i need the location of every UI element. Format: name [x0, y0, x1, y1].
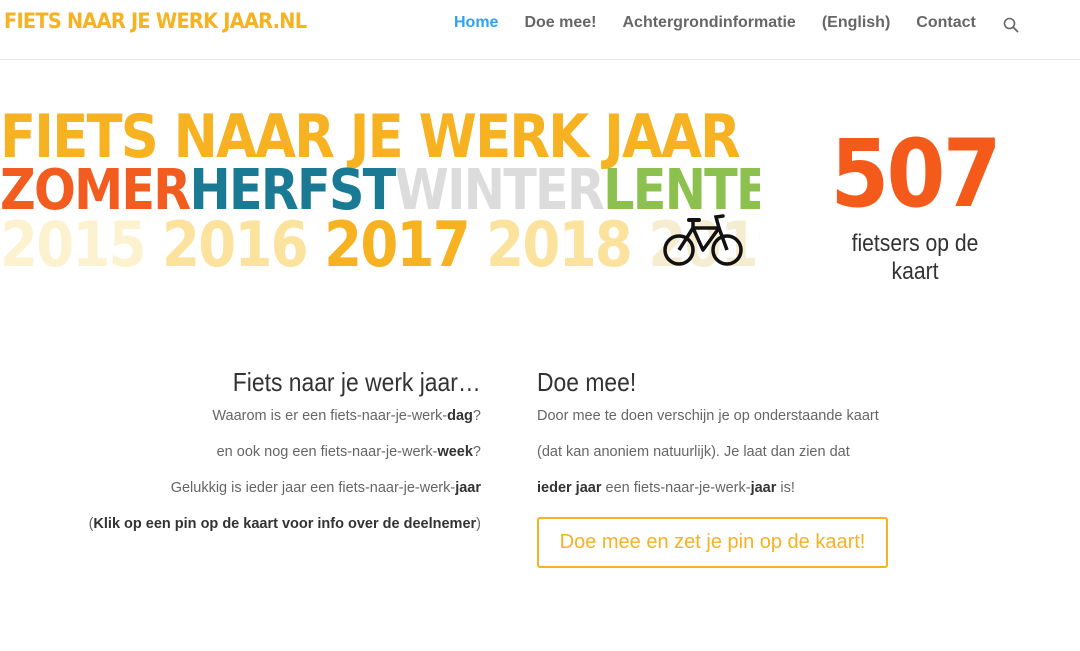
search-icon[interactable] [1003, 17, 1019, 33]
year-2015: 2015 [0, 208, 147, 275]
join-line: ieder jaar een fiets-naar-je-werk-jaar i… [537, 480, 795, 496]
main-nav: Home Doe mee! Achtergrondinformatie (Eng… [454, 14, 1002, 32]
bicycle-icon [663, 214, 743, 266]
join-line: (dat kan anoniem natuurlijk). Je laat da… [537, 444, 850, 460]
year-2017: 2017 [324, 208, 471, 275]
site-logo[interactable]: FIETS NAAR JE WERK JAAR.NL [4, 9, 307, 33]
hero-banner: FIETS NAAR JE WERK JAAR ZOMERHERFSTWINTE… [0, 100, 760, 275]
intro-line: Waarom is er een fiets-naar-je-werk-dag? [212, 408, 481, 424]
nav-doe-mee[interactable]: Doe mee! [524, 14, 596, 32]
year-2018: 2018 [486, 208, 633, 275]
join-cta-button[interactable]: Doe mee en zet je pin op de kaart! [537, 517, 888, 568]
year-2016: 2016 [162, 208, 309, 275]
intro-section: Fiets naar je werk jaar… Waarom is er ee… [60, 366, 481, 542]
counter-label: fietsers op de kaart [851, 230, 979, 285]
site-header: FIETS NAAR JE WERK JAAR.NL Home Doe mee!… [0, 0, 1080, 60]
join-section: Doe mee! Door mee te doen verschijn je o… [537, 366, 1037, 506]
counter-value: 507 [830, 120, 1002, 229]
join-title: Doe mee! [537, 367, 637, 397]
intro-title: Fiets naar je werk jaar… [233, 367, 481, 397]
nav-english[interactable]: (English) [822, 14, 890, 32]
nav-contact[interactable]: Contact [916, 14, 976, 32]
map-hint: (Klik op een pin op de kaart voor info o… [88, 516, 481, 532]
banner-years: 2015 2016 2017 2018 2019 [0, 208, 760, 275]
intro-line: Gelukkig is ieder jaar een fiets-naar-je… [170, 480, 481, 496]
nav-home[interactable]: Home [454, 14, 498, 32]
intro-line: en ook nog een fiets-naar-je-werk-week? [216, 444, 481, 460]
participant-counter: 507 fietsers op de kaart [820, 128, 1010, 286]
nav-achtergrondinformatie[interactable]: Achtergrondinformatie [622, 14, 795, 32]
join-line: Door mee te doen verschijn je op onderst… [537, 408, 879, 424]
